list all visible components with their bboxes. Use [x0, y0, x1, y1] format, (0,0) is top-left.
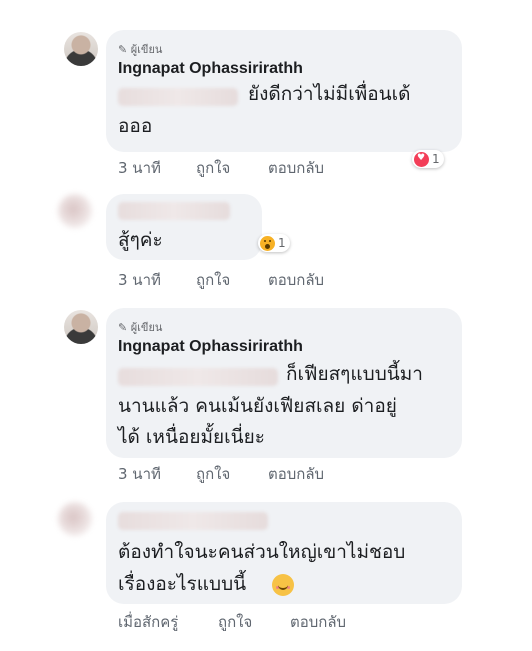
- reply-button[interactable]: ตอบกลับ: [268, 268, 324, 292]
- reaction-badge[interactable]: 1: [412, 150, 444, 168]
- comment-text-line: ยังดีกว่าไม่มีเพื่อนเด้: [248, 83, 411, 105]
- like-button[interactable]: ถูกใจ: [218, 610, 252, 634]
- reaction-badge[interactable]: 1: [258, 234, 290, 252]
- timestamp: 3 นาที: [118, 159, 161, 177]
- timestamp: เมื่อสักครู่: [118, 613, 179, 631]
- author-badge: ✎ ผู้เขียน: [118, 43, 163, 56]
- reaction-count: 1: [278, 236, 286, 250]
- like-button[interactable]: ถูกใจ: [196, 462, 230, 486]
- heart-icon: [414, 151, 429, 167]
- reply-button[interactable]: ตอบกลับ: [290, 610, 346, 634]
- reaction-count: 1: [432, 152, 440, 166]
- like-button[interactable]: ถูกใจ: [196, 268, 230, 292]
- comment-text-line: อออ: [118, 115, 153, 137]
- redacted-mention: [118, 88, 238, 106]
- comment-text-line: ได้ เหนื่อยมั้ยเนี่ยะ: [118, 426, 265, 448]
- redacted-mention: [118, 368, 278, 386]
- redacted-name: [118, 512, 268, 530]
- comment-text-line: นานแล้ว คนเม้นยังเฟียสเลย ด่าอยู่: [118, 395, 397, 417]
- commenter-name[interactable]: Ingnapat Ophassirirathh: [118, 60, 303, 78]
- wow-icon: [260, 235, 275, 251]
- commenter-avatar[interactable]: [58, 502, 92, 536]
- redacted-name: [118, 202, 230, 220]
- comment-actions: 3 นาที ถูกใจ ตอบกลับ: [118, 462, 418, 483]
- author-avatar[interactable]: [64, 310, 98, 344]
- blushing-smile-emoji: [272, 574, 294, 596]
- comment-text-line: เรื่องอะไรแบบนี้: [118, 573, 247, 595]
- comment-actions: 3 นาที ถูกใจ ตอบกลับ: [118, 268, 418, 289]
- comment-text-line: สู้ๆค่ะ: [118, 229, 163, 251]
- commenter-name[interactable]: Ingnapat Ophassirirathh: [118, 338, 303, 356]
- reply-button[interactable]: ตอบกลับ: [268, 462, 324, 486]
- comment-actions: 3 นาที ถูกใจ ตอบกลับ: [118, 156, 418, 177]
- timestamp: 3 นาที: [118, 271, 161, 289]
- timestamp: 3 นาที: [118, 465, 161, 483]
- author-avatar[interactable]: [64, 32, 98, 66]
- author-badge: ✎ ผู้เขียน: [118, 321, 163, 334]
- reply-button[interactable]: ตอบกลับ: [268, 156, 324, 180]
- comment-actions: เมื่อสักครู่ ถูกใจ ตอบกลับ: [118, 610, 438, 631]
- comment-text-line: ต้องทำใจนะคนส่วนใหญ่เขาไม่ชอบ: [118, 541, 406, 563]
- like-button[interactable]: ถูกใจ: [196, 156, 230, 180]
- commenter-avatar[interactable]: [58, 194, 92, 228]
- comment-text-line: ก็เฟียสๆแบบนี้มา: [286, 363, 423, 385]
